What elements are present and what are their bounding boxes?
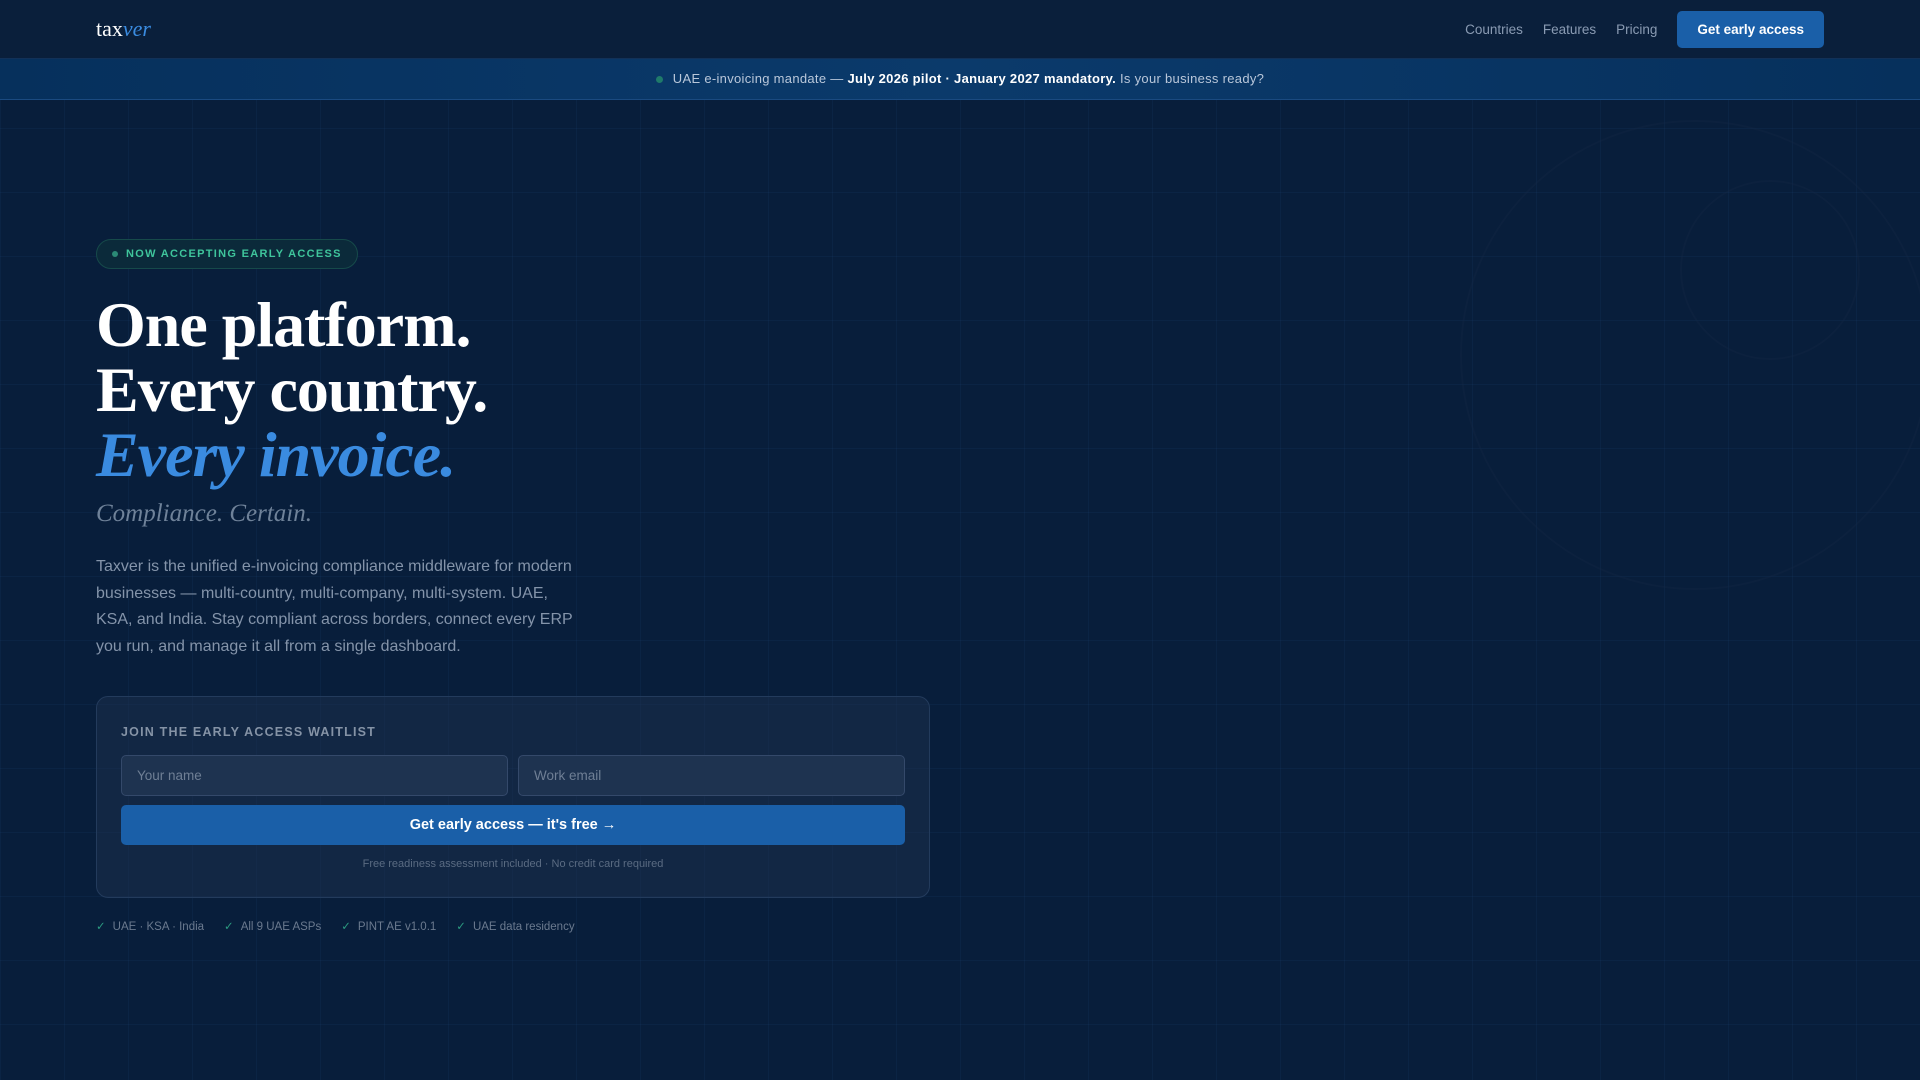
banner-tail: Is your business ready? (1120, 71, 1265, 86)
headline-line-2: Every country. (96, 354, 488, 425)
headline-line-1: One platform. (96, 289, 472, 360)
check-item: ✓ UAE · KSA · India (96, 919, 204, 933)
status-dot-icon (655, 76, 663, 84)
nav-link-countries[interactable]: Countries (1465, 22, 1523, 37)
headline-line-3: Every invoice. (96, 419, 456, 490)
form-title: JOIN THE EARLY ACCESS WAITLIST (121, 725, 377, 739)
check-icon: ✓ (456, 921, 466, 933)
early-access-badge: NOW ACCEPTING EARLY ACCESS (96, 239, 358, 269)
nav-link-features[interactable]: Features (1543, 22, 1596, 37)
feature-checklist: ✓ UAE · KSA · India ✓ All 9 UAE ASPs ✓ PINT… (96, 919, 575, 933)
check-icon: ✓ (96, 921, 106, 933)
check-item: ✓ All 9 UAE ASPs (224, 919, 321, 933)
check-label: UAE · KSA · India (112, 921, 205, 933)
decorative-circle (1680, 180, 1860, 360)
logo-text-accent: ver (122, 16, 151, 41)
status-dot-icon (112, 251, 118, 257)
nav-link-pricing[interactable]: Pricing (1616, 22, 1657, 37)
banner-dates: July 2026 pilot · January 2027 mandatory… (847, 71, 1117, 86)
check-icon: ✓ (224, 921, 234, 933)
top-nav: taxver Countries Features Pricing Get ea… (0, 0, 1920, 59)
banner-lead: UAE e-invoicing mandate — (672, 71, 844, 86)
logo[interactable]: taxver (96, 16, 151, 42)
check-item: ✓ PINT AE v1.0.1 (341, 919, 436, 933)
check-icon: ✓ (341, 921, 351, 933)
submit-button[interactable]: Get early access — it's free → (121, 805, 905, 845)
announcement-banner: UAE e-invoicing mandate — July 2026 pilo… (0, 59, 1920, 100)
check-label: UAE data residency (472, 921, 575, 933)
logo-text: tax (96, 16, 123, 41)
check-item: ✓ UAE data residency (456, 919, 574, 933)
hero-description: Taxver is the unified e-invoicing compli… (96, 558, 573, 655)
check-label: PINT AE v1.0.1 (357, 921, 437, 933)
form-note: Free readiness assessment included · No … (362, 858, 664, 870)
tagline: Compliance. Certain. (96, 500, 312, 527)
email-input[interactable] (518, 755, 905, 796)
nav-get-early-access-button[interactable]: Get early access (1677, 11, 1824, 48)
decorative-circle (1460, 120, 1920, 590)
badge-label: NOW ACCEPTING EARLY ACCESS (126, 248, 342, 260)
hero-headline: One platform. Every country. Every invoi… (96, 289, 488, 490)
waitlist-form: JOIN THE EARLY ACCESS WAITLIST Get early… (96, 696, 930, 898)
name-input[interactable] (121, 755, 508, 796)
check-label: All 9 UAE ASPs (240, 921, 322, 933)
